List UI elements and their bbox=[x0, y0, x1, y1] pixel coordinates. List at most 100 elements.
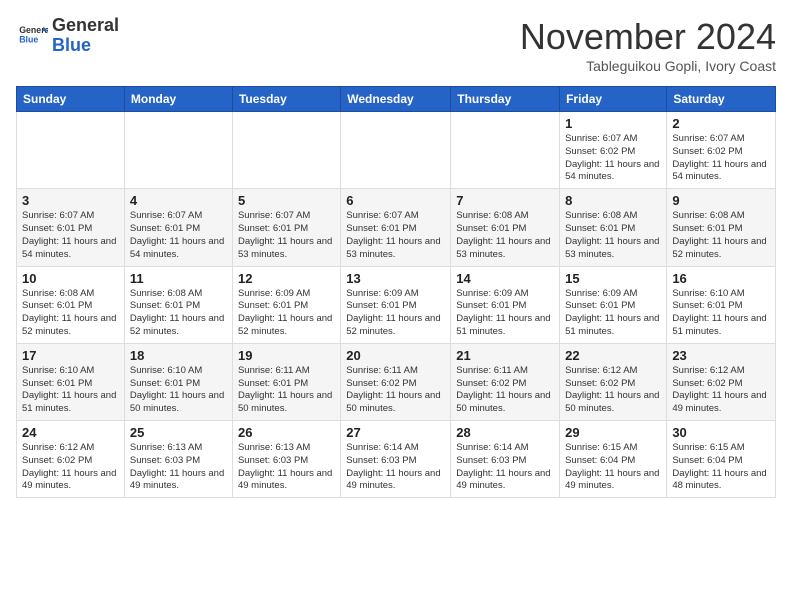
logo: General Blue General Blue bbox=[16, 16, 119, 56]
calendar: SundayMondayTuesdayWednesdayThursdayFrid… bbox=[16, 86, 776, 498]
logo-text: General Blue bbox=[52, 16, 119, 56]
day-cell bbox=[17, 112, 125, 189]
day-number: 24 bbox=[22, 425, 119, 440]
day-number: 30 bbox=[672, 425, 770, 440]
day-info: Sunrise: 6:09 AM Sunset: 6:01 PM Dayligh… bbox=[456, 288, 554, 339]
day-cell: 27 Sunrise: 6:14 AM Sunset: 6:03 PM Dayli… bbox=[341, 421, 451, 498]
day-info: Sunrise: 6:08 AM Sunset: 6:01 PM Dayligh… bbox=[672, 210, 770, 261]
weekday-header-tuesday: Tuesday bbox=[232, 87, 340, 112]
day-cell: 5 Sunrise: 6:07 AM Sunset: 6:01 PM Daylig… bbox=[232, 189, 340, 266]
logo-general: General bbox=[52, 15, 119, 35]
day-cell bbox=[341, 112, 451, 189]
day-info: Sunrise: 6:07 AM Sunset: 6:01 PM Dayligh… bbox=[346, 210, 445, 261]
day-info: Sunrise: 6:07 AM Sunset: 6:02 PM Dayligh… bbox=[565, 133, 661, 184]
week-row-5: 24 Sunrise: 6:12 AM Sunset: 6:02 PM Dayli… bbox=[17, 421, 776, 498]
day-info: Sunrise: 6:11 AM Sunset: 6:01 PM Dayligh… bbox=[238, 365, 335, 416]
day-number: 13 bbox=[346, 271, 445, 286]
day-number: 15 bbox=[565, 271, 661, 286]
day-number: 17 bbox=[22, 348, 119, 363]
day-number: 19 bbox=[238, 348, 335, 363]
day-cell: 20Sunrise: 6:11 AM Sunset: 6:02 PM Dayli… bbox=[341, 343, 451, 420]
day-cell: 29Sunrise: 6:15 AM Sunset: 6:04 PM Dayli… bbox=[560, 421, 667, 498]
day-number: 1 bbox=[565, 116, 661, 131]
day-cell: 28 Sunrise: 6:14 AM Sunset: 6:03 PM Dayli… bbox=[451, 421, 560, 498]
day-cell: 10Sunrise: 6:08 AM Sunset: 6:01 PM Dayli… bbox=[17, 266, 125, 343]
day-info: Sunrise: 6:07 AM Sunset: 6:01 PM Dayligh… bbox=[130, 210, 227, 261]
day-number: 3 bbox=[22, 193, 119, 208]
day-number: 27 bbox=[346, 425, 445, 440]
day-cell: 2 Sunrise: 6:07 AM Sunset: 6:02 PM Daylig… bbox=[667, 112, 776, 189]
day-cell: 30 Sunrise: 6:15 AM Sunset: 6:04 PM Dayli… bbox=[667, 421, 776, 498]
svg-text:Blue: Blue bbox=[19, 34, 38, 44]
day-cell: 25Sunrise: 6:13 AM Sunset: 6:03 PM Dayli… bbox=[124, 421, 232, 498]
day-cell: 11 Sunrise: 6:08 AM Sunset: 6:01 PM Dayli… bbox=[124, 266, 232, 343]
day-info: Sunrise: 6:12 AM Sunset: 6:02 PM Dayligh… bbox=[22, 442, 119, 493]
day-number: 7 bbox=[456, 193, 554, 208]
day-info: Sunrise: 6:15 AM Sunset: 6:04 PM Dayligh… bbox=[672, 442, 770, 493]
week-row-3: 10Sunrise: 6:08 AM Sunset: 6:01 PM Dayli… bbox=[17, 266, 776, 343]
weekday-header-thursday: Thursday bbox=[451, 87, 560, 112]
day-number: 26 bbox=[238, 425, 335, 440]
weekday-header-friday: Friday bbox=[560, 87, 667, 112]
week-row-2: 3 Sunrise: 6:07 AM Sunset: 6:01 PM Daylig… bbox=[17, 189, 776, 266]
day-info: Sunrise: 6:15 AM Sunset: 6:04 PM Dayligh… bbox=[565, 442, 661, 493]
day-info: Sunrise: 6:14 AM Sunset: 6:03 PM Dayligh… bbox=[456, 442, 554, 493]
day-info: Sunrise: 6:11 AM Sunset: 6:02 PM Dayligh… bbox=[456, 365, 554, 416]
day-number: 20 bbox=[346, 348, 445, 363]
day-number: 8 bbox=[565, 193, 661, 208]
location: Tableguikou Gopli, Ivory Coast bbox=[520, 58, 776, 74]
day-cell: 13 Sunrise: 6:09 AM Sunset: 6:01 PM Dayli… bbox=[341, 266, 451, 343]
day-number: 5 bbox=[238, 193, 335, 208]
day-info: Sunrise: 6:08 AM Sunset: 6:01 PM Dayligh… bbox=[130, 288, 227, 339]
day-cell: 15 Sunrise: 6:09 AM Sunset: 6:01 PM Dayli… bbox=[560, 266, 667, 343]
day-info: Sunrise: 6:09 AM Sunset: 6:01 PM Dayligh… bbox=[238, 288, 335, 339]
weekday-header-monday: Monday bbox=[124, 87, 232, 112]
day-info: Sunrise: 6:07 AM Sunset: 6:02 PM Dayligh… bbox=[672, 133, 770, 184]
day-cell: 21 Sunrise: 6:11 AM Sunset: 6:02 PM Dayli… bbox=[451, 343, 560, 420]
weekday-header-row: SundayMondayTuesdayWednesdayThursdayFrid… bbox=[17, 87, 776, 112]
day-cell: 8 Sunrise: 6:08 AM Sunset: 6:01 PM Daylig… bbox=[560, 189, 667, 266]
day-info: Sunrise: 6:07 AM Sunset: 6:01 PM Dayligh… bbox=[22, 210, 119, 261]
day-number: 4 bbox=[130, 193, 227, 208]
logo-icon: General Blue bbox=[16, 20, 48, 52]
day-info: Sunrise: 6:14 AM Sunset: 6:03 PM Dayligh… bbox=[346, 442, 445, 493]
day-cell: 19 Sunrise: 6:11 AM Sunset: 6:01 PM Dayli… bbox=[232, 343, 340, 420]
month-title: November 2024 bbox=[520, 16, 776, 58]
week-row-4: 17Sunrise: 6:10 AM Sunset: 6:01 PM Dayli… bbox=[17, 343, 776, 420]
day-info: Sunrise: 6:08 AM Sunset: 6:01 PM Dayligh… bbox=[565, 210, 661, 261]
day-info: Sunrise: 6:12 AM Sunset: 6:02 PM Dayligh… bbox=[672, 365, 770, 416]
day-info: Sunrise: 6:10 AM Sunset: 6:01 PM Dayligh… bbox=[672, 288, 770, 339]
day-number: 2 bbox=[672, 116, 770, 131]
day-number: 18 bbox=[130, 348, 227, 363]
day-number: 23 bbox=[672, 348, 770, 363]
day-number: 21 bbox=[456, 348, 554, 363]
day-cell bbox=[232, 112, 340, 189]
day-cell: 22 Sunrise: 6:12 AM Sunset: 6:02 PM Dayli… bbox=[560, 343, 667, 420]
day-info: Sunrise: 6:08 AM Sunset: 6:01 PM Dayligh… bbox=[22, 288, 119, 339]
day-number: 11 bbox=[130, 271, 227, 286]
day-cell: 18Sunrise: 6:10 AM Sunset: 6:01 PM Dayli… bbox=[124, 343, 232, 420]
day-cell: 14Sunrise: 6:09 AM Sunset: 6:01 PM Dayli… bbox=[451, 266, 560, 343]
day-info: Sunrise: 6:09 AM Sunset: 6:01 PM Dayligh… bbox=[565, 288, 661, 339]
day-cell: 24 Sunrise: 6:12 AM Sunset: 6:02 PM Dayli… bbox=[17, 421, 125, 498]
day-number: 28 bbox=[456, 425, 554, 440]
day-cell: 1 Sunrise: 6:07 AM Sunset: 6:02 PM Daylig… bbox=[560, 112, 667, 189]
day-number: 22 bbox=[565, 348, 661, 363]
day-number: 6 bbox=[346, 193, 445, 208]
day-cell: 16Sunrise: 6:10 AM Sunset: 6:01 PM Dayli… bbox=[667, 266, 776, 343]
day-cell bbox=[451, 112, 560, 189]
day-info: Sunrise: 6:13 AM Sunset: 6:03 PM Dayligh… bbox=[238, 442, 335, 493]
day-cell: 6 Sunrise: 6:07 AM Sunset: 6:01 PM Daylig… bbox=[341, 189, 451, 266]
day-info: Sunrise: 6:09 AM Sunset: 6:01 PM Dayligh… bbox=[346, 288, 445, 339]
day-info: Sunrise: 6:07 AM Sunset: 6:01 PM Dayligh… bbox=[238, 210, 335, 261]
week-row-1: 1 Sunrise: 6:07 AM Sunset: 6:02 PM Daylig… bbox=[17, 112, 776, 189]
day-info: Sunrise: 6:13 AM Sunset: 6:03 PM Dayligh… bbox=[130, 442, 227, 493]
day-info: Sunrise: 6:12 AM Sunset: 6:02 PM Dayligh… bbox=[565, 365, 661, 416]
day-info: Sunrise: 6:08 AM Sunset: 6:01 PM Dayligh… bbox=[456, 210, 554, 261]
day-cell: 12 Sunrise: 6:09 AM Sunset: 6:01 PM Dayli… bbox=[232, 266, 340, 343]
title-block: November 2024 Tableguikou Gopli, Ivory C… bbox=[520, 16, 776, 74]
day-number: 12 bbox=[238, 271, 335, 286]
day-cell: 26 Sunrise: 6:13 AM Sunset: 6:03 PM Dayli… bbox=[232, 421, 340, 498]
day-cell: 23 Sunrise: 6:12 AM Sunset: 6:02 PM Dayli… bbox=[667, 343, 776, 420]
day-cell: 9Sunrise: 6:08 AM Sunset: 6:01 PM Daylig… bbox=[667, 189, 776, 266]
